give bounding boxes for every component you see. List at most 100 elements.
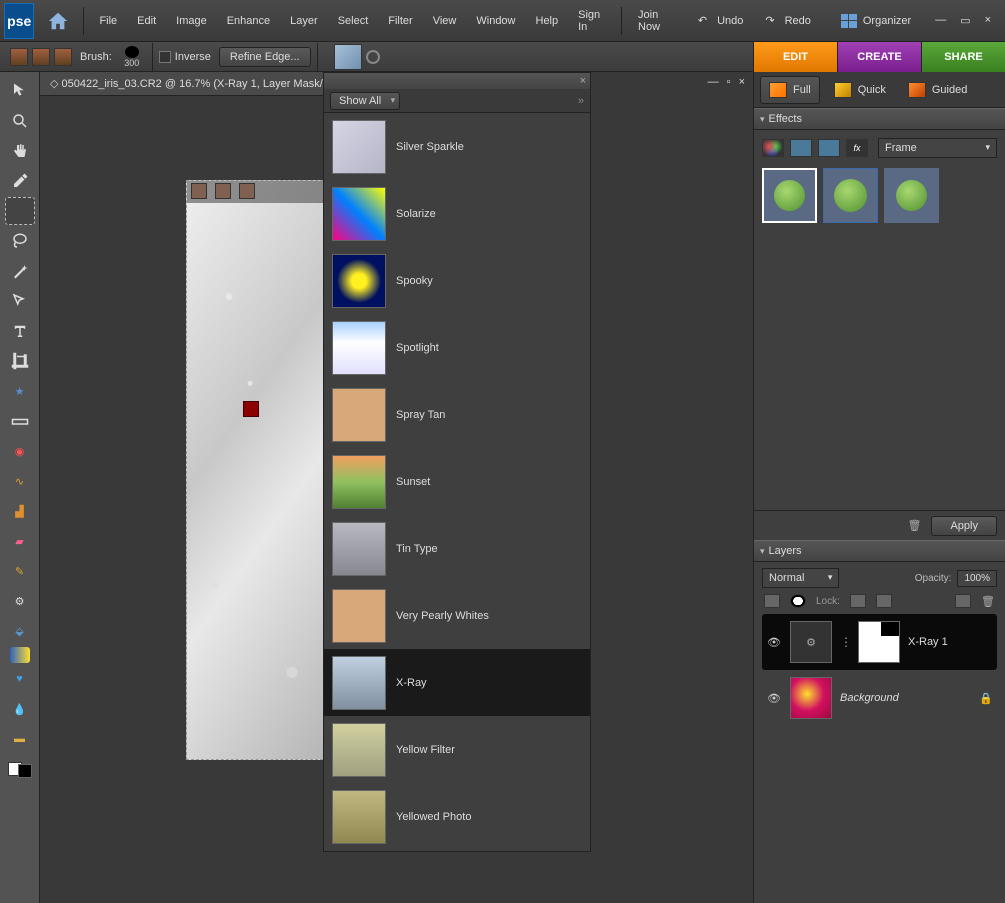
paint-bucket-tool[interactable]: ⬙ (5, 617, 35, 645)
eyedropper-tool[interactable] (5, 167, 35, 195)
smart-brush-tool[interactable]: ⚙ (5, 587, 35, 615)
apply-button[interactable]: Apply (931, 516, 997, 536)
lock-all-icon[interactable] (876, 594, 892, 608)
layer-thumb-background[interactable] (790, 677, 832, 719)
visibility-icon[interactable]: 👁 (766, 692, 782, 705)
close-icon[interactable]: × (981, 14, 995, 27)
move-tool[interactable] (5, 77, 35, 105)
magic-wand-tool[interactable] (5, 257, 35, 285)
effect-item[interactable]: Spray Tan (324, 381, 590, 448)
frame-thumb-2[interactable] (823, 168, 878, 223)
overlay-brush-b-icon[interactable] (215, 183, 231, 199)
redeye-tool[interactable]: ◉ (5, 437, 35, 465)
all-effects-icon[interactable]: fx (846, 139, 868, 157)
menu-select[interactable]: Select (328, 9, 379, 33)
crop-tool[interactable] (5, 347, 35, 375)
effect-item[interactable]: Spotlight (324, 314, 590, 381)
effect-item[interactable]: Silver Sparkle (324, 113, 590, 180)
filters-icon[interactable] (762, 139, 784, 157)
brush-c-icon[interactable] (54, 48, 72, 66)
layer-mask-thumb[interactable] (858, 621, 900, 663)
effect-item[interactable]: Spooky (324, 247, 590, 314)
frame-thumb-3[interactable] (884, 168, 939, 223)
link-icon[interactable]: ⋮ (840, 635, 850, 649)
organizer-button[interactable]: Organizer (831, 14, 921, 28)
clone-stamp-tool[interactable]: ▟ (5, 497, 35, 525)
mode-share[interactable]: SHARE (921, 42, 1005, 72)
minimize-icon[interactable]: — (931, 14, 950, 27)
opacity-value[interactable]: 100% (957, 570, 997, 587)
quick-selection-tool[interactable] (5, 287, 35, 315)
effects-popup-close-icon[interactable]: × (580, 75, 586, 87)
healing-brush-tool[interactable]: ∿ (5, 467, 35, 495)
photo-effects-icon[interactable] (818, 139, 840, 157)
layer-styles-icon[interactable] (790, 139, 812, 157)
menu-help[interactable]: Help (526, 9, 569, 33)
menu-layer[interactable]: Layer (280, 9, 328, 33)
lasso-tool[interactable] (5, 227, 35, 255)
effects-list[interactable]: Silver SparkleSolarizeSpookySpotlightSpr… (324, 113, 590, 851)
effects-popup-expand-icon[interactable]: » (578, 95, 584, 107)
brush-b-icon[interactable] (32, 48, 50, 66)
frame-dropdown[interactable]: Frame (878, 138, 997, 158)
document-tab[interactable]: ◇ 050422_iris_03.CR2 @ 16.7% (X-Ray 1, L… (40, 72, 340, 96)
brush-a-icon[interactable] (10, 48, 28, 66)
frame-thumb-1[interactable] (762, 168, 817, 223)
marquee-tool[interactable] (5, 197, 35, 225)
redo-button[interactable]: ↷ Redo (759, 7, 823, 35)
effects-trash-icon[interactable]: 🗑 (908, 519, 922, 532)
layer-name[interactable]: Background (840, 692, 899, 704)
effects-popup-header[interactable]: × (324, 73, 590, 89)
layer-row-xray[interactable]: 👁 ⚙ ⋮ X-Ray 1 (762, 614, 997, 670)
link-layers-icon[interactable] (955, 594, 971, 608)
straighten-tool[interactable] (5, 407, 35, 435)
mode-edit[interactable]: EDIT (753, 42, 837, 72)
canvas-image[interactable] (186, 180, 328, 760)
brush-tool[interactable]: ✎ (5, 557, 35, 585)
doc-minimize-icon[interactable]: — (708, 76, 719, 88)
menu-filter[interactable]: Filter (378, 9, 422, 33)
restore-icon[interactable]: ▭ (956, 14, 974, 27)
layer-thumb-effect[interactable]: ⚙ (790, 621, 832, 663)
hand-tool[interactable] (5, 137, 35, 165)
undo-button[interactable]: ↶ Undo (692, 7, 756, 35)
menu-view[interactable]: View (423, 9, 467, 33)
optionsbar-thumb[interactable] (334, 44, 362, 70)
inverse-checkbox[interactable] (159, 51, 171, 63)
refine-edge-button[interactable]: Refine Edge... (219, 47, 311, 67)
lock-transparent-icon[interactable] (850, 594, 866, 608)
layers-section-header[interactable]: Layers (754, 540, 1005, 562)
home-icon[interactable] (46, 7, 68, 35)
doc-restore-icon[interactable]: ▫ (727, 76, 731, 88)
eraser-tool[interactable]: ▰ (5, 527, 35, 555)
chevron-down-icon[interactable] (366, 50, 380, 64)
layer-name[interactable]: X-Ray 1 (908, 636, 948, 648)
layer-row-background[interactable]: 👁 Background 🔒 (762, 670, 997, 726)
new-layer-icon[interactable] (764, 594, 780, 608)
cookie-cutter-tool[interactable]: ★ (5, 377, 35, 405)
overlay-brush-c-icon[interactable] (239, 183, 255, 199)
menu-window[interactable]: Window (466, 9, 525, 33)
effects-section-header[interactable]: Effects (754, 108, 1005, 130)
type-tool[interactable] (5, 317, 35, 345)
menu-edit[interactable]: Edit (127, 9, 166, 33)
menu-image[interactable]: Image (166, 9, 217, 33)
blur-tool[interactable]: 💧 (5, 695, 35, 723)
layers-trash-icon[interactable]: 🗑 (981, 595, 995, 608)
effect-item[interactable]: X-Ray (324, 649, 590, 716)
effect-item[interactable]: Yellow Filter (324, 716, 590, 783)
tab-full[interactable]: Full (760, 76, 820, 104)
menu-enhance[interactable]: Enhance (217, 9, 280, 33)
doc-close-icon[interactable]: × (739, 76, 745, 88)
blend-mode-dropdown[interactable]: Normal (762, 568, 839, 588)
effect-item[interactable]: Tin Type (324, 515, 590, 582)
effect-item[interactable]: Yellowed Photo (324, 783, 590, 850)
adjustment-layer-icon[interactable] (790, 594, 806, 608)
color-swatch[interactable] (5, 755, 35, 783)
shape-tool[interactable]: ♥ (5, 665, 35, 693)
effect-item[interactable]: Very Pearly Whites (324, 582, 590, 649)
mode-create[interactable]: CREATE (837, 42, 921, 72)
tab-guided[interactable]: Guided (900, 77, 975, 103)
sign-in[interactable]: Sign In (568, 3, 615, 39)
effect-item[interactable]: Solarize (324, 180, 590, 247)
